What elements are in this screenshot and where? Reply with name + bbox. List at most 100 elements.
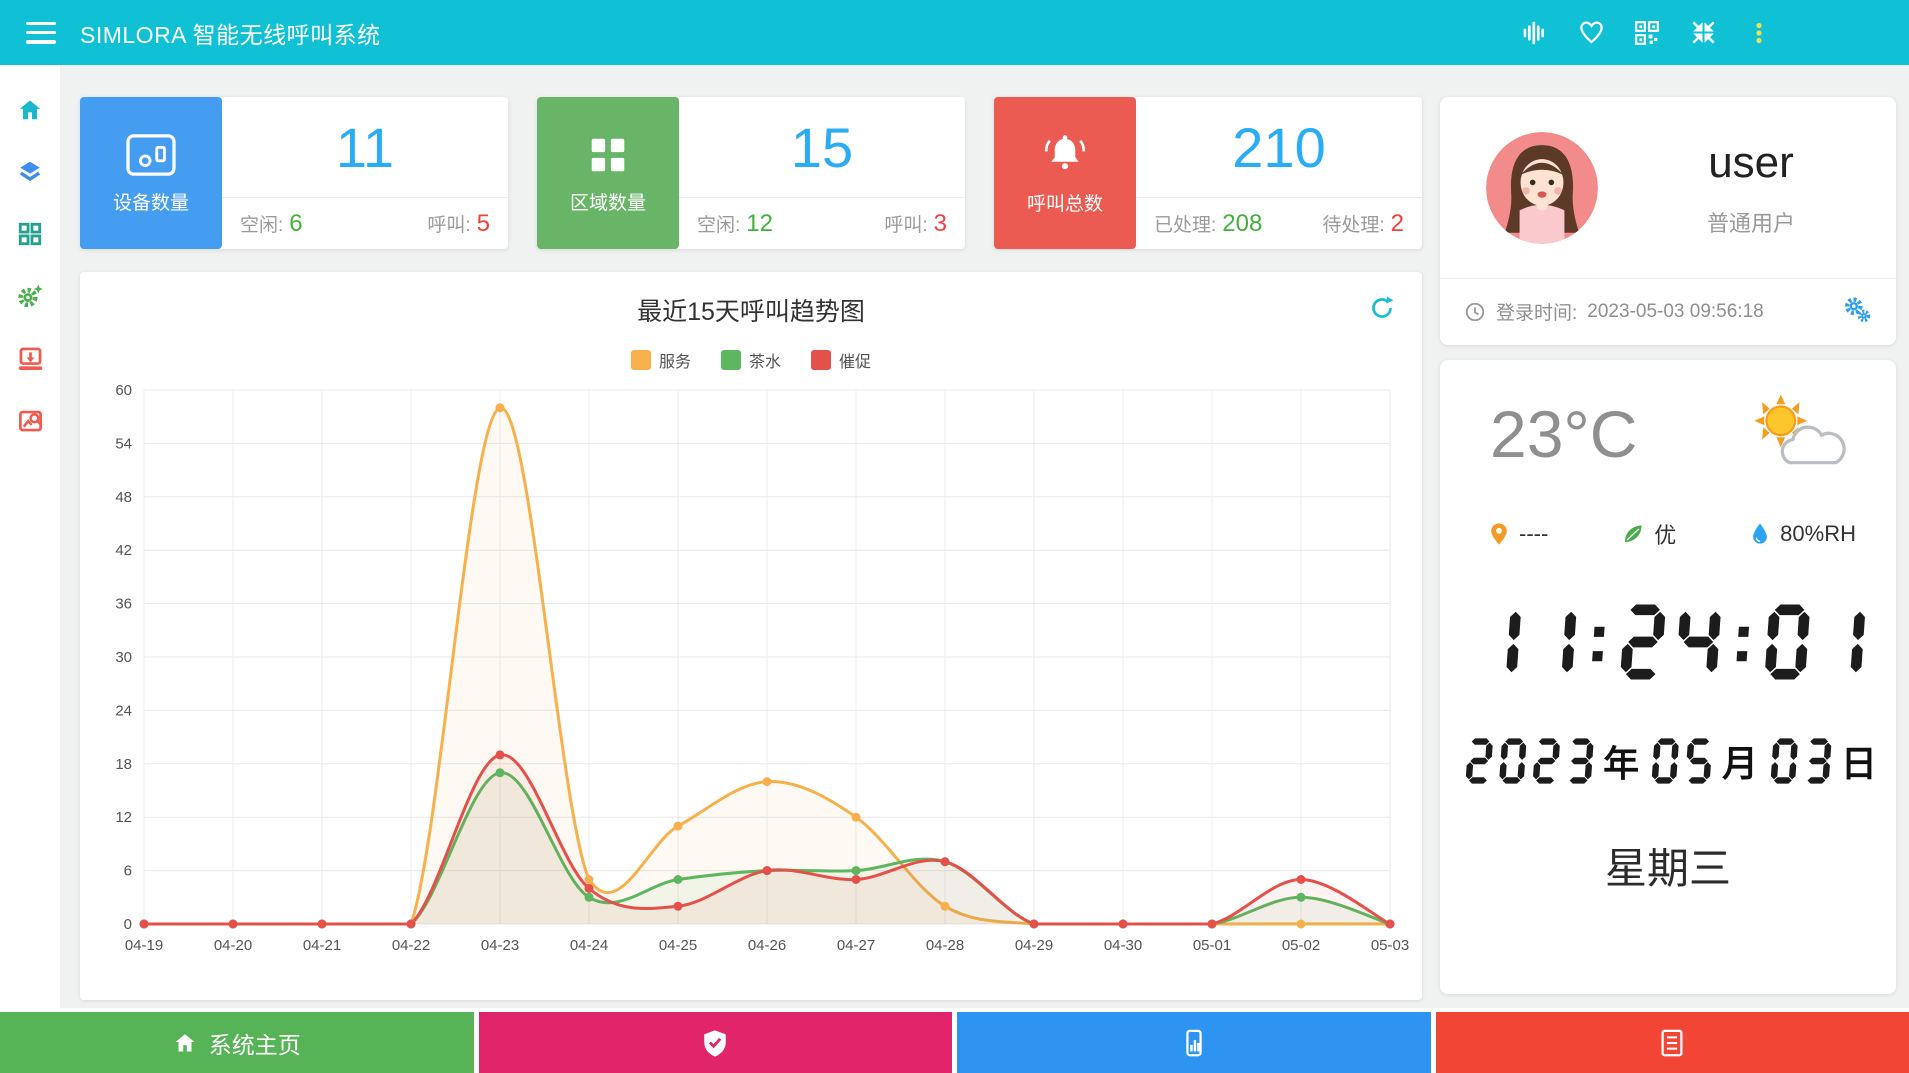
kebab-menu-icon[interactable]: [1745, 19, 1773, 47]
svg-text:05-01: 05-01: [1193, 937, 1231, 954]
stat-card-devices: 设备数量 11 空闲:6 呼叫:5: [80, 97, 508, 249]
bottombar-records[interactable]: [1436, 1012, 1909, 1073]
sidebar-item-layers[interactable]: [15, 157, 45, 187]
gear-sparkle-icon: [17, 283, 44, 310]
digital-date-year: [1459, 738, 1597, 789]
legend-label: 茶水: [749, 348, 781, 372]
location-value: ----: [1519, 521, 1548, 547]
grid-icon: [17, 221, 43, 247]
bottom-bar: 系统主页: [0, 1008, 1909, 1073]
svg-text:04-19: 04-19: [125, 937, 163, 954]
stat-value: 210: [1136, 97, 1422, 197]
weather-detail-row: ---- 优 80%RH: [1440, 478, 1896, 550]
legend-item[interactable]: 催促: [811, 348, 871, 372]
legend-item[interactable]: 服务: [631, 348, 691, 372]
svg-text:05-03: 05-03: [1371, 937, 1409, 954]
svg-text:04-20: 04-20: [214, 937, 252, 954]
air-quality-item: 优: [1621, 518, 1676, 550]
stat-sub-left: 空闲:6: [240, 210, 303, 238]
login-row: 登录时间: 2023-05-03 09:56:18: [1440, 278, 1896, 344]
stat-label: 区域数量: [570, 188, 646, 215]
stat-sub-row: 空闲:6 呼叫:5: [222, 197, 508, 249]
stat-sub-right: 呼叫:5: [427, 210, 490, 238]
sun-cloud-icon: [1738, 390, 1850, 478]
weather-clock-card: 23°C ---- 优: [1440, 360, 1896, 994]
bottombar-security[interactable]: [479, 1012, 953, 1073]
user-card-top: user 普通用户: [1440, 97, 1896, 278]
stat-accent-calls: 呼叫总数: [994, 97, 1136, 249]
qr-code-icon[interactable]: [1633, 19, 1661, 47]
sidebar: [0, 65, 60, 1012]
water-drop-icon: [1749, 521, 1771, 547]
user-card: user 普通用户 登录时间: 2023-05-03 09:56:18: [1440, 97, 1896, 345]
list-document-icon: [1657, 1028, 1687, 1058]
month-unit: 月: [1722, 735, 1758, 789]
bottombar-statistics[interactable]: [957, 1012, 1431, 1073]
stat-sub-left: 空闲:12: [697, 210, 773, 238]
stat-value: 11: [222, 97, 508, 197]
stat-label: 设备数量: [113, 188, 189, 215]
avatar: [1486, 132, 1598, 244]
legend-swatch: [631, 350, 651, 370]
zones-grid-icon: [585, 132, 631, 178]
stat-body: 210 已处理:208 待处理:2: [1136, 97, 1422, 249]
topbar-icons: [1521, 19, 1883, 47]
stat-card-calls: 呼叫总数 210 已处理:208 待处理:2: [994, 97, 1422, 249]
legend-item[interactable]: 茶水: [721, 348, 781, 372]
stat-cards-row: 设备数量 11 空闲:6 呼叫:5 区域数量 15 空闲:12 呼叫:3: [80, 97, 1422, 249]
digital-clock-time: [1469, 604, 1867, 685]
stat-body: 11 空闲:6 呼叫:5: [222, 97, 508, 249]
air-quality-value: 优: [1654, 518, 1676, 550]
user-settings-gears-icon[interactable]: [1842, 295, 1872, 328]
heart-icon[interactable]: [1577, 19, 1605, 47]
svg-text:60: 60: [115, 382, 132, 399]
audio-waveform-glyph: [1522, 20, 1548, 46]
svg-text:04-29: 04-29: [1015, 937, 1053, 954]
audio-waveform-icon[interactable]: [1521, 19, 1549, 47]
clock-icon: [1464, 301, 1486, 323]
svg-text:0: 0: [124, 916, 132, 933]
download-device-icon: [17, 345, 44, 372]
humidity-value: 80%RH: [1780, 521, 1856, 547]
digital-date-month: [1645, 738, 1716, 789]
device-icon: [124, 132, 178, 178]
legend-swatch: [811, 350, 831, 370]
app-header: SIMLORA 智能无线呼叫系统: [0, 0, 1909, 65]
refresh-glyph: [1368, 294, 1396, 322]
stat-sub-row: 已处理:208 待处理:2: [1136, 197, 1422, 249]
sidebar-item-home[interactable]: [15, 95, 45, 125]
svg-text:04-26: 04-26: [748, 937, 786, 954]
svg-text:54: 54: [115, 435, 132, 452]
stat-sub-right: 待处理:2: [1322, 210, 1404, 238]
sidebar-item-export[interactable]: [15, 343, 45, 373]
refresh-icon[interactable]: [1368, 294, 1396, 325]
digital-date-day: [1764, 738, 1835, 789]
weather-temp-row: 23°C: [1440, 360, 1896, 478]
svg-text:12: 12: [115, 809, 132, 826]
svg-text:36: 36: [115, 596, 132, 613]
humidity-item: 80%RH: [1749, 521, 1856, 547]
svg-text:04-30: 04-30: [1104, 937, 1142, 954]
chart-legend: 服务 茶水 催促: [90, 348, 1412, 372]
stat-sub-row: 空闲:12 呼叫:3: [679, 197, 965, 249]
svg-text:24: 24: [115, 702, 132, 719]
sidebar-item-image-search[interactable]: [15, 405, 45, 435]
stat-sub-left: 已处理:208: [1154, 210, 1262, 238]
sidebar-item-settings[interactable]: [15, 281, 45, 311]
home-icon: [17, 97, 43, 123]
login-time-value: 2023-05-03 09:56:18: [1587, 301, 1763, 323]
sidebar-item-modules[interactable]: [15, 219, 45, 249]
weekday: 星期三: [1440, 835, 1896, 896]
image-search-icon: [17, 407, 44, 434]
menu-icon[interactable]: [26, 22, 56, 44]
mobile-chart-icon: [1179, 1028, 1209, 1058]
stat-card-zones: 区域数量 15 空闲:12 呼叫:3: [537, 97, 965, 249]
qr-code-glyph: [1634, 20, 1660, 46]
compress-icon[interactable]: [1689, 19, 1717, 47]
stat-body: 15 空闲:12 呼叫:3: [679, 97, 965, 249]
svg-text:04-22: 04-22: [392, 937, 430, 954]
leaf-icon: [1621, 522, 1645, 546]
stat-label: 呼叫总数: [1027, 189, 1103, 216]
location-item: ----: [1488, 521, 1548, 547]
bottombar-home[interactable]: 系统主页: [0, 1012, 474, 1073]
